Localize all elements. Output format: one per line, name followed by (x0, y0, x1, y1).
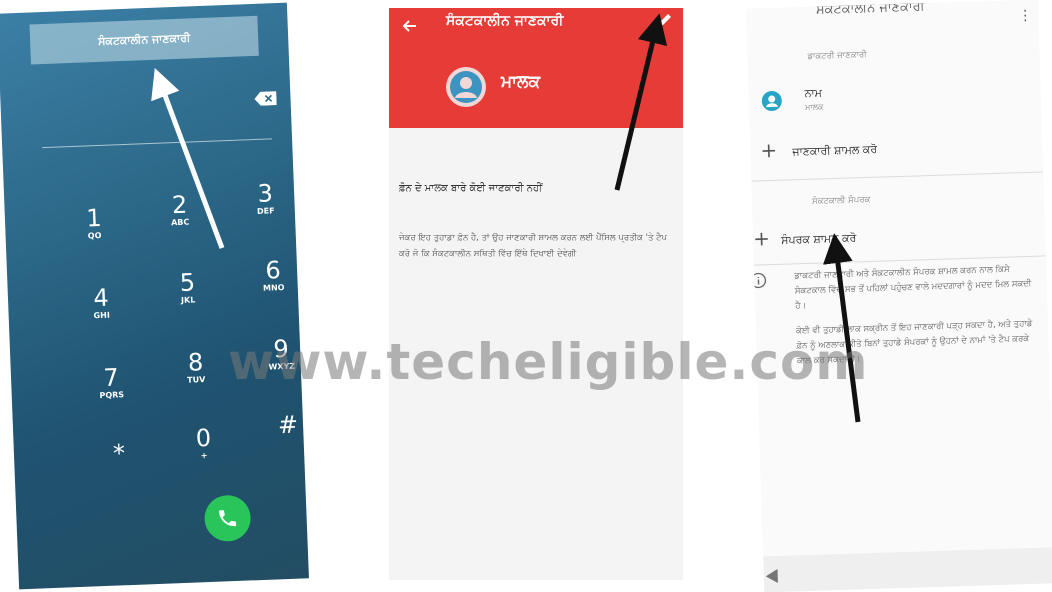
phone-icon (219, 510, 237, 527)
navigation-bar (763, 547, 1052, 592)
screen-title: ਸੰਕਟਕਾਲੀਨ ਜਾਣਕਾਰੀ (446, 13, 564, 29)
input-divider (42, 138, 273, 149)
dial-key-1[interactable]: 1 QO (69, 204, 120, 241)
info-paragraph-2: ਕੋਈ ਵੀ ਤੁਹਾਡੀ ਲਾਕ ਸਕ੍ਰੀਨ ਤੋਂ ਇਹ ਜਾਣਕਾਰੀ … (795, 318, 1033, 367)
info-text: ਡਾਕਟਰੀ ਜਾਣਕਾਰੀ ਅਤੇ ਸੰਕਟਕਾਲੀਨ ਸੰਪਰਕ ਸ਼ਾਮਲ… (794, 262, 1042, 370)
pencil-icon[interactable] (657, 12, 673, 28)
avatar-icon (446, 67, 486, 107)
dial-key-hash[interactable]: # (263, 411, 309, 440)
lock-screen-dialer: ਸੰਕਟਕਾਲੀਨ ਜਾਣਕਾਰੀ 1 QO 2 ABC 3 DEF 4 GHI 5 JK… (0, 2, 309, 590)
call-button[interactable] (203, 494, 252, 543)
info-paragraph-1: ਡਾਕਟਰੀ ਜਾਣਕਾਰੀ ਅਤੇ ਸੰਕਟਕਾਲੀਨ ਸੰਪਰਕ ਸ਼ਾਮਲ… (794, 264, 1032, 312)
plus-icon: + (752, 226, 771, 251)
person-icon (761, 90, 782, 111)
plus-icon: + (759, 137, 778, 163)
add-contact-item[interactable]: ਸੰਪਰਕ ਸ਼ਾਮਲ ਕਰੋ (781, 231, 857, 247)
more-options-icon[interactable]: ⋮ (1018, 8, 1032, 24)
emergency-info-button[interactable]: ਸੰਕਟਕਾਲੀਨ ਜਾਣਕਾਰੀ (29, 15, 259, 65)
dial-key-8[interactable]: 8 TUV (170, 348, 221, 385)
nav-back-icon[interactable] (763, 568, 779, 584)
dial-key-2[interactable]: 2 ABC (154, 191, 205, 228)
name-item[interactable]: ਨਾਮ (804, 86, 822, 101)
dial-key-7[interactable]: 7 PQRS (86, 363, 137, 401)
dial-key-9[interactable]: 9 WXYZ (256, 335, 307, 372)
no-info-text: ਫ਼ੋਨ ਦੇ ਮਾਲਕ ਬਾਰੇ ਕੋਈ ਜਾਣਕਾਰੀ ਨਹੀਂ (399, 183, 543, 194)
contacts-section-header: ਸੰਕਟਕਾਲੀ ਸੰਪਰਕ (811, 194, 871, 207)
hint-text: ਜੇਕਰ ਇਹ ਤੁਹਾਡਾ ਫ਼ੋਨ ਹੈ, ਤਾਂ ਉਹ ਜਾਣਕਾਰੀ ਸ… (399, 233, 668, 259)
back-arrow-icon[interactable] (401, 18, 417, 34)
dial-key-5[interactable]: 5 JKL (162, 268, 213, 306)
owner-label: ਮਾਲਕ (501, 72, 541, 92)
divider (751, 171, 1044, 182)
backspace-icon[interactable] (254, 91, 277, 106)
emergency-info-screen: ਸੰਕਟਕਾਲੀਨ ਜਾਣਕਾਰੀ ਮਾਲਕ ਫ਼ੋਨ ਦੇ ਮਾਲਕ ਬਾਰੇ… (389, 8, 683, 580)
dial-key-4[interactable]: 4 GHI (76, 284, 127, 321)
info-icon (750, 272, 767, 289)
dial-key-star[interactable]: * (94, 439, 145, 467)
dial-key-6[interactable]: 6 MNO (248, 256, 299, 293)
dial-key-3[interactable]: 3 DEF (240, 179, 291, 217)
medical-section-header: ਡਾਕਟਰੀ ਜਾਣਕਾਰੀ (807, 49, 867, 62)
name-value: ਮਾਲਕ (804, 102, 824, 112)
screen-title: ਸੰਕਟਕਾਲੀਨ ਜਾਣਕਾਰੀ (815, 0, 925, 18)
add-info-item[interactable]: ਜਾਣਕਾਰੀ ਸ਼ਾਮਲ ਕਰੋ (792, 143, 877, 160)
emergency-settings-screen: ਸੰਕਟਕਾਲੀਨ ਜਾਣਕਾਰੀ ⋮ ਡਾਕਟਰੀ ਜਾਣਕਾਰੀ ਨਾਮ ਮ… (745, 0, 1052, 592)
dial-key-0[interactable]: 0 + (178, 424, 229, 461)
